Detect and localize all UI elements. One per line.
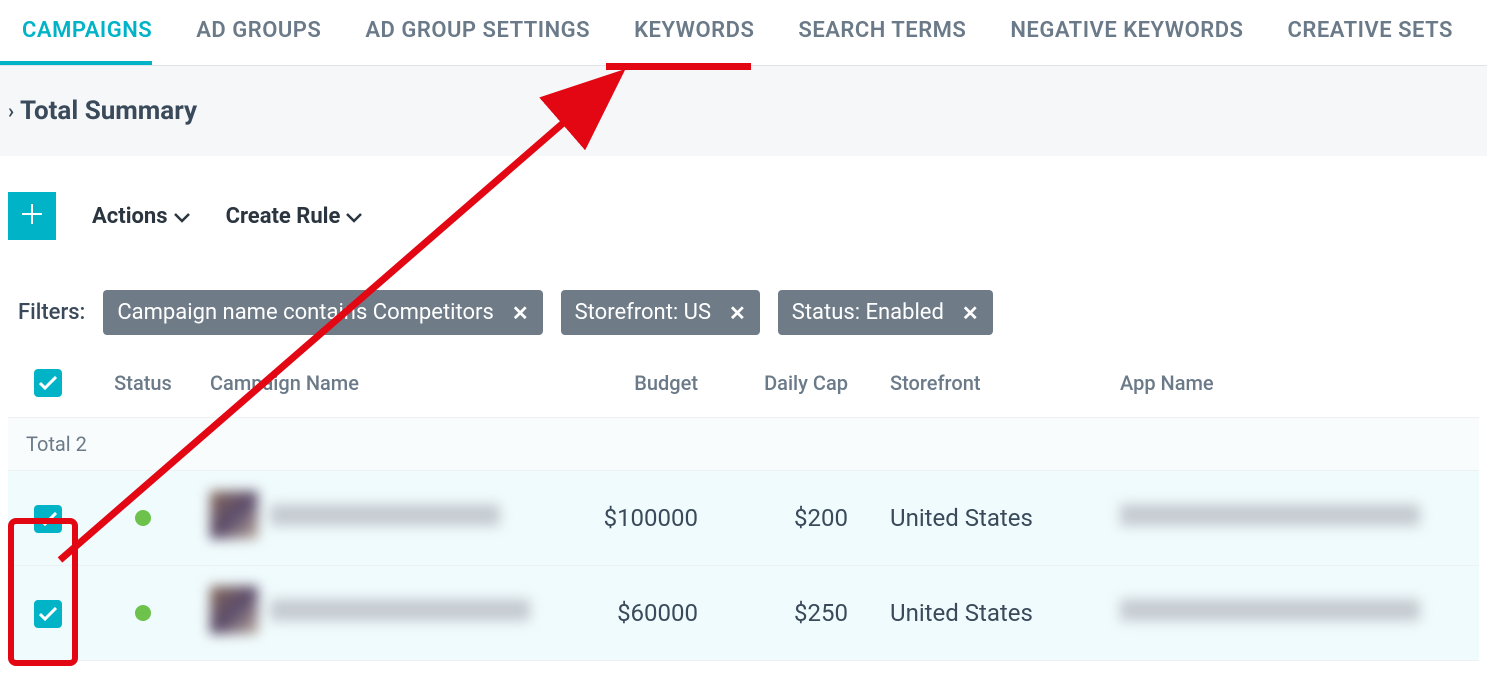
cell-budget: $60000 (578, 566, 728, 661)
status-enabled-icon (135, 510, 151, 526)
col-header-daily-cap[interactable]: Daily Cap (728, 349, 878, 418)
tab-negative-keywords[interactable]: NEGATIVE KEYWORDS (988, 0, 1265, 65)
col-header-storefront[interactable]: Storefront (878, 349, 1108, 418)
close-icon[interactable]: ✕ (962, 301, 979, 325)
chevron-down-icon (346, 204, 362, 229)
table-row[interactable]: $60000 $250 United States (8, 566, 1479, 661)
col-header-budget[interactable]: Budget (578, 349, 728, 418)
tab-ad-group-settings[interactable]: AD GROUP SETTINGS (343, 0, 612, 65)
summary-bar: › Total Summary (0, 66, 1487, 156)
cell-budget: $100000 (578, 471, 728, 566)
tab-search-terms[interactable]: SEARCH TERMS (776, 0, 988, 65)
actions-label: Actions (92, 204, 168, 229)
close-icon[interactable]: ✕ (512, 301, 529, 325)
total-summary-toggle[interactable]: › Total Summary (8, 96, 1479, 126)
table-header-row: Status Campaign Name Budget Daily Cap St… (8, 349, 1479, 418)
app-name-redacted (1120, 599, 1420, 621)
close-icon[interactable]: ✕ (729, 301, 746, 325)
table-row[interactable]: $100000 $200 United States (8, 471, 1479, 566)
summary-title-text: Total Summary (20, 96, 197, 126)
filter-chip-status[interactable]: Status: Enabled ✕ (778, 290, 993, 335)
app-name-redacted (1120, 504, 1420, 526)
filter-chip-text: Status: Enabled (792, 300, 944, 325)
plus-icon (20, 202, 44, 230)
toolbar: Actions Create Rule (0, 156, 1487, 276)
campaigns-table: Status Campaign Name Budget Daily Cap St… (0, 349, 1487, 661)
row-checkbox[interactable] (34, 600, 62, 628)
table-total-row: Total 2 (8, 418, 1479, 471)
filters-label: Filters: (18, 300, 85, 325)
row-checkbox[interactable] (34, 505, 62, 533)
tab-campaigns[interactable]: CAMPAIGNS (0, 0, 174, 65)
campaign-name-redacted (210, 586, 530, 634)
total-label: Total 2 (8, 418, 1479, 471)
select-all-checkbox[interactable] (34, 369, 62, 397)
tab-keywords[interactable]: KEYWORDS (612, 0, 776, 65)
chevron-right-icon: › (8, 99, 14, 123)
col-header-status[interactable]: Status (88, 349, 198, 418)
create-rule-dropdown[interactable]: Create Rule (226, 204, 363, 229)
status-enabled-icon (135, 605, 151, 621)
campaign-name-redacted (210, 491, 500, 539)
tabs-nav: CAMPAIGNS AD GROUPS AD GROUP SETTINGS KE… (0, 0, 1487, 66)
filter-chip-text: Campaign name contains Competitors (117, 300, 494, 325)
cell-daily-cap: $250 (728, 566, 878, 661)
tab-ad-groups[interactable]: AD GROUPS (174, 0, 343, 65)
tab-creative-sets[interactable]: CREATIVE SETS (1265, 0, 1474, 65)
cell-storefront: United States (878, 566, 1108, 661)
cell-daily-cap: $200 (728, 471, 878, 566)
filter-chip-text: Storefront: US (575, 300, 711, 325)
actions-dropdown[interactable]: Actions (92, 204, 190, 229)
cell-storefront: United States (878, 471, 1108, 566)
add-button[interactable] (8, 192, 56, 240)
filter-chip-campaign-name[interactable]: Campaign name contains Competitors ✕ (103, 290, 542, 335)
filter-chip-storefront[interactable]: Storefront: US ✕ (561, 290, 760, 335)
chevron-down-icon (174, 204, 190, 229)
col-header-app-name[interactable]: App Name (1108, 349, 1479, 418)
filters-row: Filters: Campaign name contains Competit… (0, 276, 1487, 349)
create-rule-label: Create Rule (226, 204, 341, 229)
col-header-campaign-name[interactable]: Campaign Name (198, 349, 578, 418)
